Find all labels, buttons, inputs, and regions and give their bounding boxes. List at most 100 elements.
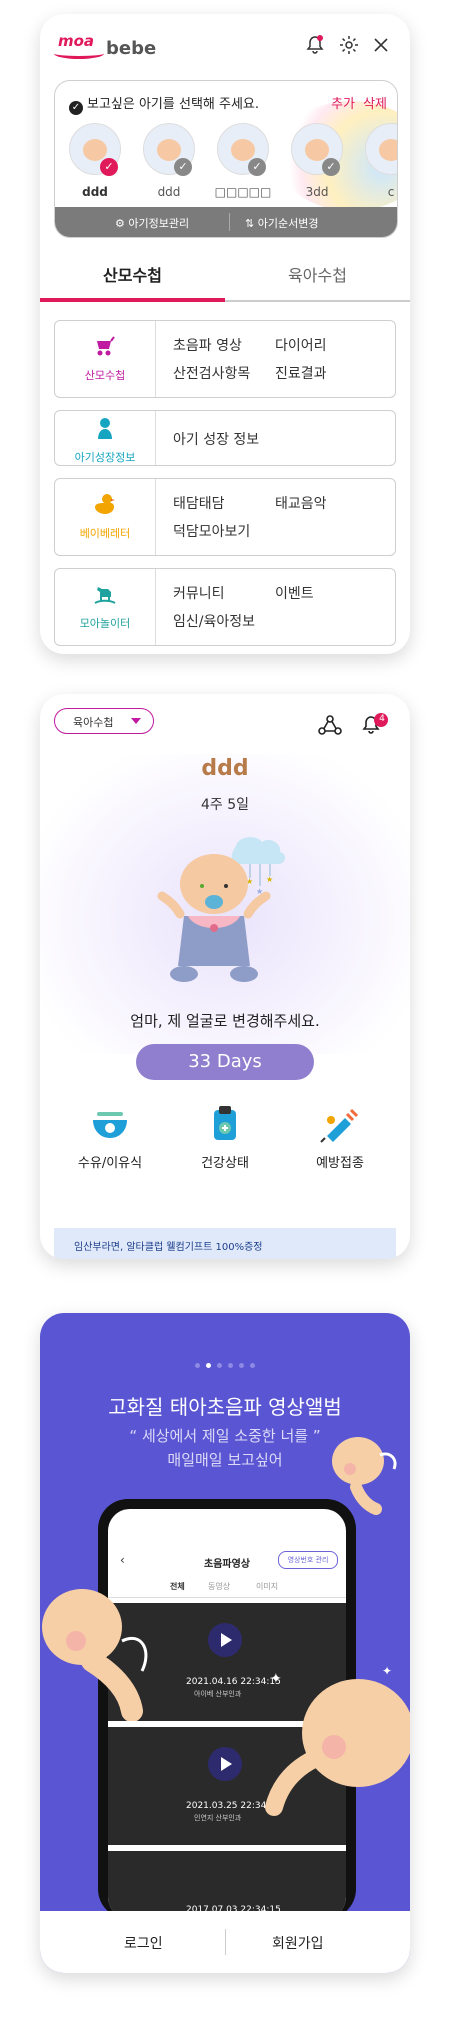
- check-icon: ✓: [248, 158, 266, 176]
- days-counter-button[interactable]: 33 Days: [136, 1044, 314, 1080]
- syringe-icon: [320, 1108, 359, 1143]
- angel-baby-left-illustration: [42, 1589, 148, 1721]
- duck-icon: [95, 494, 115, 514]
- link-prenatal-tests[interactable]: 산전검사항목: [173, 363, 250, 383]
- child-item[interactable]: ✓ □□□□□: [207, 123, 279, 203]
- child-box-footer: ⚙ 아기정보관리 ⇅ 아기순서변경: [55, 207, 397, 237]
- link-community[interactable]: 커뮤니티: [173, 583, 225, 603]
- selected-check-icon: ✓: [100, 158, 118, 176]
- check-icon: ✓: [174, 158, 192, 176]
- dropdown-label: 육아수첩: [73, 716, 114, 729]
- pagination-dot[interactable]: [250, 1363, 255, 1368]
- promo-banner-text: 임산부라면, 알타클럽 웰컴기프트 100%증정: [74, 1242, 263, 1253]
- video-hospital: 아이베 산부인과: [194, 1690, 242, 1698]
- menu-category-baby-letter[interactable]: 베이베레터: [55, 479, 156, 555]
- notification-count-badge: 4: [379, 714, 385, 724]
- rocking-horse-icon: [94, 587, 116, 604]
- baby-illustration[interactable]: ★★★: [132, 824, 322, 994]
- tab-parenting-notebook[interactable]: 육아수첩: [225, 256, 410, 302]
- logo-swoosh: [54, 48, 104, 59]
- video-hospital: 인연지 산부인과: [194, 1814, 242, 1822]
- health-status-icon: [214, 1106, 236, 1140]
- auth-bottom-bar: 로그인 회원가입: [40, 1911, 410, 1973]
- child-item[interactable]: ✓ ddd: [59, 123, 131, 203]
- pagination-dot[interactable]: [239, 1363, 244, 1368]
- child-item[interactable]: ✓ 3dd: [281, 123, 353, 203]
- bell-icon[interactable]: [304, 34, 326, 56]
- menu-baby-letter: 베이베레터 태담태담 태교음악 덕담모아보기: [54, 478, 396, 556]
- pagination-dot[interactable]: [228, 1363, 233, 1368]
- notebook-tabs: 산모수첩 육아수첩: [40, 256, 410, 302]
- link-diary[interactable]: 다이어리: [275, 335, 327, 355]
- moa-bebe-logo[interactable]: moa bebe: [54, 30, 174, 64]
- link-checkup-results[interactable]: 진료결과: [275, 363, 327, 383]
- link-event[interactable]: 이벤트: [275, 583, 314, 603]
- menu-category-playground[interactable]: 모아놀이터: [55, 569, 156, 645]
- delete-child-button[interactable]: 삭제: [363, 93, 387, 112]
- main-menu-card: moa bebe ✓ 보고싶은 아기를 선택해 주세요. 추가 삭제 ✓ ddd: [40, 14, 410, 654]
- link-baby-growth-info[interactable]: 아기 성장 정보: [173, 429, 259, 449]
- child-info-manage-label: 아기정보관리: [128, 217, 190, 230]
- signup-button[interactable]: 회원가입: [272, 1933, 324, 1953]
- feature-vaccination-label: 예방접종: [316, 1156, 364, 1171]
- menu-baby-growth: 아기성장정보 아기 성장 정보: [54, 410, 396, 466]
- slide-title: 고화질 태아초음파 영상앨범: [108, 1395, 342, 1419]
- gear-icon[interactable]: [338, 34, 360, 56]
- add-child-button[interactable]: 추가: [331, 93, 355, 112]
- baby-avatar: ✓: [291, 123, 343, 176]
- promo-banner[interactable]: 임산부라면, 알타클럽 웰컴기프트 100%증정: [54, 1228, 396, 1259]
- link-ultrasound-video[interactable]: 초음파 영상: [173, 335, 242, 355]
- close-icon[interactable]: [370, 34, 392, 56]
- screen-tab-video: 동영상: [208, 1582, 231, 1591]
- link-blessings[interactable]: 덕담모아보기: [173, 521, 250, 541]
- child-select-box: ✓ 보고싶은 아기를 선택해 주세요. 추가 삭제 ✓ ddd ✓ ddd ✓ □…: [54, 80, 398, 238]
- top-bar: moa bebe: [40, 14, 410, 74]
- open-quote-icon: “: [129, 1427, 142, 1445]
- check-icon: ✓: [322, 158, 340, 176]
- child-item[interactable]: c: [355, 123, 397, 203]
- child-select-title: ✓ 보고싶은 아기를 선택해 주세요.: [69, 93, 259, 115]
- feature-health[interactable]: 건강상태: [175, 1104, 275, 1171]
- login-button[interactable]: 로그인: [124, 1933, 163, 1953]
- tab-underline: [225, 300, 410, 302]
- child-order-change-button[interactable]: ⇅ 아기순서변경: [245, 215, 318, 231]
- baby-growth-icon: [98, 418, 112, 439]
- screen-tab-image: 이미지: [256, 1582, 279, 1591]
- divider: [225, 1929, 226, 1955]
- change-face-prompt[interactable]: 엄마, 제 얼굴로 변경해주세요.: [40, 1010, 410, 1031]
- play-icon: [208, 1747, 242, 1781]
- link-prenatal-talk[interactable]: 태담태담: [173, 493, 225, 513]
- menu-category-label: 산모수첩: [84, 369, 126, 382]
- feature-vaccination[interactable]: 예방접종: [290, 1104, 390, 1171]
- menu-category-maternal[interactable]: 산모수첩: [55, 321, 156, 397]
- tab-maternal-notebook[interactable]: 산모수첩: [40, 256, 225, 302]
- stroller-icon: [97, 336, 115, 356]
- slide-pagination-dots[interactable]: [40, 1363, 410, 1368]
- divider: [229, 213, 230, 231]
- child-name: □□□□□: [214, 185, 272, 199]
- link-prenatal-music[interactable]: 태교음악: [275, 493, 327, 513]
- feature-feeding-label: 수유/이유식: [77, 1156, 143, 1171]
- child-info-manage-button[interactable]: ⚙ 아기정보관리: [115, 215, 189, 231]
- menu-category-label: 모아놀이터: [79, 617, 131, 630]
- child-select-title-text: 보고싶은 아기를 선택해 주세요.: [87, 97, 260, 112]
- menu-category-baby-growth[interactable]: 아기성장정보: [55, 411, 156, 465]
- svg-text:★: ★: [266, 875, 273, 884]
- link-pregnancy-info[interactable]: 임신/육아정보: [173, 611, 255, 631]
- pagination-dot-active[interactable]: [206, 1363, 211, 1368]
- slide-quote-line1-text: 세상에서 제일 소중한 너를: [141, 1427, 309, 1445]
- share-icon[interactable]: [318, 714, 342, 736]
- baby-age: 4주 5일: [200, 797, 250, 813]
- angel-baby-bottom-right-illustration: ✦ ✦: [265, 1664, 410, 1816]
- pagination-dot[interactable]: [195, 1363, 200, 1368]
- feature-feeding[interactable]: 수유/이유식: [60, 1104, 160, 1171]
- baby-avatar: ✓: [217, 123, 269, 176]
- child-item[interactable]: ✓ ddd: [133, 123, 205, 203]
- baby-avatar: [365, 123, 397, 175]
- notebook-dropdown[interactable]: 육아수첩: [54, 708, 154, 734]
- baby-name: ddd: [201, 756, 249, 781]
- baby-avatar: ✓: [143, 123, 195, 176]
- check-icon: ✓: [69, 101, 83, 115]
- pagination-dot[interactable]: [217, 1363, 222, 1368]
- svg-text:✦: ✦: [270, 1671, 282, 1687]
